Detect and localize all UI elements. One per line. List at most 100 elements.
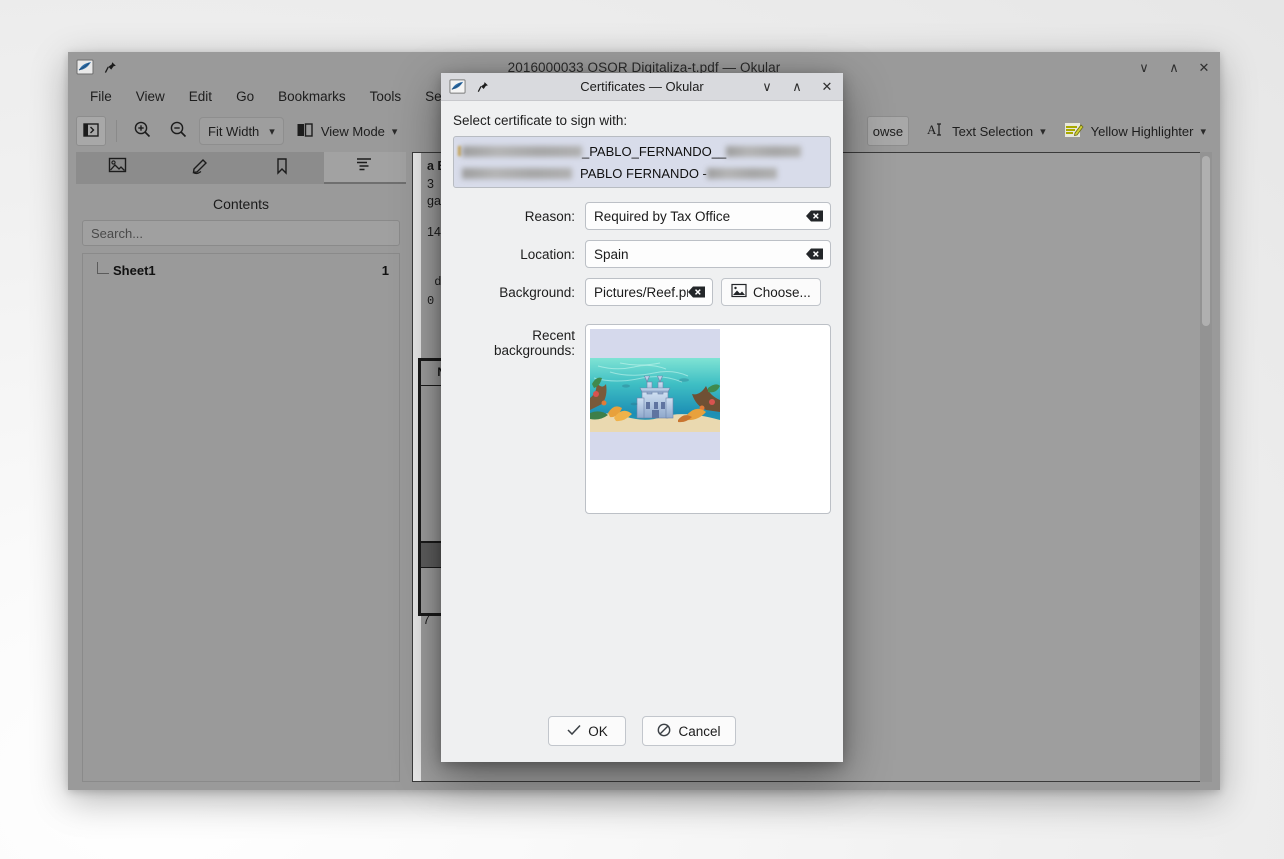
zoom-mode-label: Fit Width [208, 124, 259, 139]
text-selection-icon: A [927, 121, 945, 141]
reason-value: Required by Tax Office [594, 209, 806, 224]
background-value: Pictures/Reef.png [594, 285, 688, 300]
toc-item-sheet1[interactable]: Sheet1 1 [87, 260, 395, 280]
highlighter-icon [1064, 121, 1084, 142]
contents-search-input[interactable]: Search... [82, 220, 400, 246]
menu-bookmarks[interactable]: Bookmarks [266, 86, 358, 107]
dialog-maximize-button[interactable]: ∧ [789, 79, 805, 95]
select-certificate-label: Select certificate to sign with: [453, 113, 831, 128]
toc-item-label: Sheet1 [113, 263, 382, 278]
menu-view[interactable]: View [124, 86, 177, 107]
show-sidebar-icon [82, 121, 100, 142]
recent-backgrounds-label: Recent backgrounds: [453, 324, 585, 514]
scrollbar-thumb[interactable] [1202, 156, 1210, 326]
pin-icon[interactable] [102, 59, 118, 75]
toc-item-page: 1 [382, 263, 389, 278]
menu-go[interactable]: Go [224, 86, 266, 107]
text-selection-label: Text Selection [952, 124, 1033, 139]
chevron-down-icon: ▾ [1040, 125, 1046, 138]
redacted-text [707, 168, 777, 179]
reef-thumbnail [590, 358, 720, 432]
doc-footer-fragment: 7 [423, 613, 430, 627]
location-value: Spain [594, 247, 806, 262]
contents-icon [355, 156, 374, 178]
sidebar-tab-contents[interactable] [324, 152, 407, 184]
vertical-scrollbar[interactable] [1200, 152, 1212, 782]
okular-icon [76, 58, 94, 76]
check-icon [567, 724, 581, 739]
image-file-icon [731, 283, 747, 301]
menu-file[interactable]: File [78, 86, 124, 107]
certificate-name: _PABLO_FERNANDO__ [582, 144, 726, 159]
sidebar-tab-annotations[interactable] [159, 152, 242, 184]
clear-text-icon[interactable] [688, 285, 706, 299]
cancel-button[interactable]: Cancel [642, 716, 735, 746]
reason-label: Reason: [453, 209, 585, 224]
dialog-window-controls: ∨ ∧ ✕ [759, 79, 835, 95]
sidebar-tab-bookmarks[interactable] [241, 152, 324, 184]
zoom-out-icon [169, 120, 188, 142]
reason-row: Reason: Required by Tax Office [453, 202, 831, 230]
contents-tree[interactable]: Sheet1 1 [82, 253, 400, 782]
certificate-name: PABLO FERNANDO - [580, 166, 707, 181]
certificate-list-item[interactable]: _PABLO_FERNANDO__ [458, 140, 826, 162]
certificate-list[interactable]: _PABLO_FERNANDO__ PABLO FERNANDO - [453, 136, 831, 188]
reason-input[interactable]: Required by Tax Office [585, 202, 831, 230]
view-mode-button[interactable]: View Mode ▾ [290, 117, 404, 145]
minimize-button[interactable]: ∨ [1136, 59, 1152, 75]
zoom-in-button[interactable] [127, 116, 157, 146]
dialog-minimize-button[interactable]: ∨ [759, 79, 775, 95]
recent-background-item[interactable] [590, 329, 720, 460]
browse-tool-button[interactable]: owse [867, 116, 909, 146]
menu-edit[interactable]: Edit [177, 86, 224, 107]
chevron-down-icon: ▾ [392, 125, 398, 138]
background-row: Background: Pictures/Reef.png [453, 278, 831, 306]
svg-text:A: A [927, 122, 937, 137]
background-input[interactable]: Pictures/Reef.png [585, 278, 713, 306]
cancel-icon [657, 723, 671, 740]
text-selection-button[interactable]: A Text Selection ▾ [921, 117, 1051, 145]
view-mode-icon [296, 122, 314, 141]
menu-tools[interactable]: Tools [358, 86, 414, 107]
location-input[interactable]: Spain [585, 240, 831, 268]
show-sidebar-button[interactable] [76, 116, 106, 146]
chevron-down-icon: ▾ [269, 125, 275, 138]
clear-text-icon[interactable] [806, 247, 824, 261]
main-window-controls: ∨ ∧ ✕ [1136, 52, 1212, 82]
toolbar-separator [116, 120, 117, 142]
choose-background-label: Choose... [753, 285, 811, 300]
doc-text-line: 3 [427, 177, 434, 191]
maximize-button[interactable]: ∧ [1166, 59, 1182, 75]
doc-text-line: 0 [427, 294, 434, 308]
certificate-list-item[interactable]: PABLO FERNANDO - [458, 162, 826, 184]
sidebar-tab-thumbnails[interactable] [76, 152, 159, 184]
annotations-icon [190, 157, 210, 180]
highlighter-label: Yellow Highlighter [1091, 124, 1194, 139]
bookmarks-icon [275, 157, 289, 180]
location-row: Location: Spain [453, 240, 831, 268]
dialog-titlebar: Certificates — Okular ∨ ∧ ✕ [441, 73, 843, 101]
recent-backgrounds-list[interactable] [585, 324, 831, 514]
sidebar-panel: Contents Search... Sheet1 1 [76, 184, 406, 782]
dialog-close-button[interactable]: ✕ [819, 79, 835, 95]
zoom-out-button[interactable] [163, 116, 193, 146]
sidebar-tabs [76, 152, 406, 184]
zoom-in-icon [133, 120, 152, 142]
tree-branch-icon [97, 262, 109, 274]
cancel-label: Cancel [678, 724, 720, 739]
view-mode-label: View Mode [321, 124, 385, 139]
bullet-icon [458, 146, 461, 156]
thumbnails-icon [108, 157, 127, 179]
highlighter-button[interactable]: Yellow Highlighter ▾ [1058, 117, 1212, 145]
browse-tool-label: owse [873, 124, 903, 139]
close-button[interactable]: ✕ [1196, 59, 1212, 75]
ok-label: OK [588, 724, 608, 739]
chevron-down-icon: ▾ [1200, 125, 1206, 138]
ok-button[interactable]: OK [548, 716, 626, 746]
clear-text-icon[interactable] [806, 209, 824, 223]
zoom-mode-combobox[interactable]: Fit Width ▾ [199, 117, 284, 145]
background-label: Background: [453, 285, 585, 300]
choose-background-button[interactable]: Choose... [721, 278, 821, 306]
contents-search-placeholder: Search... [91, 226, 143, 241]
location-label: Location: [453, 247, 585, 262]
